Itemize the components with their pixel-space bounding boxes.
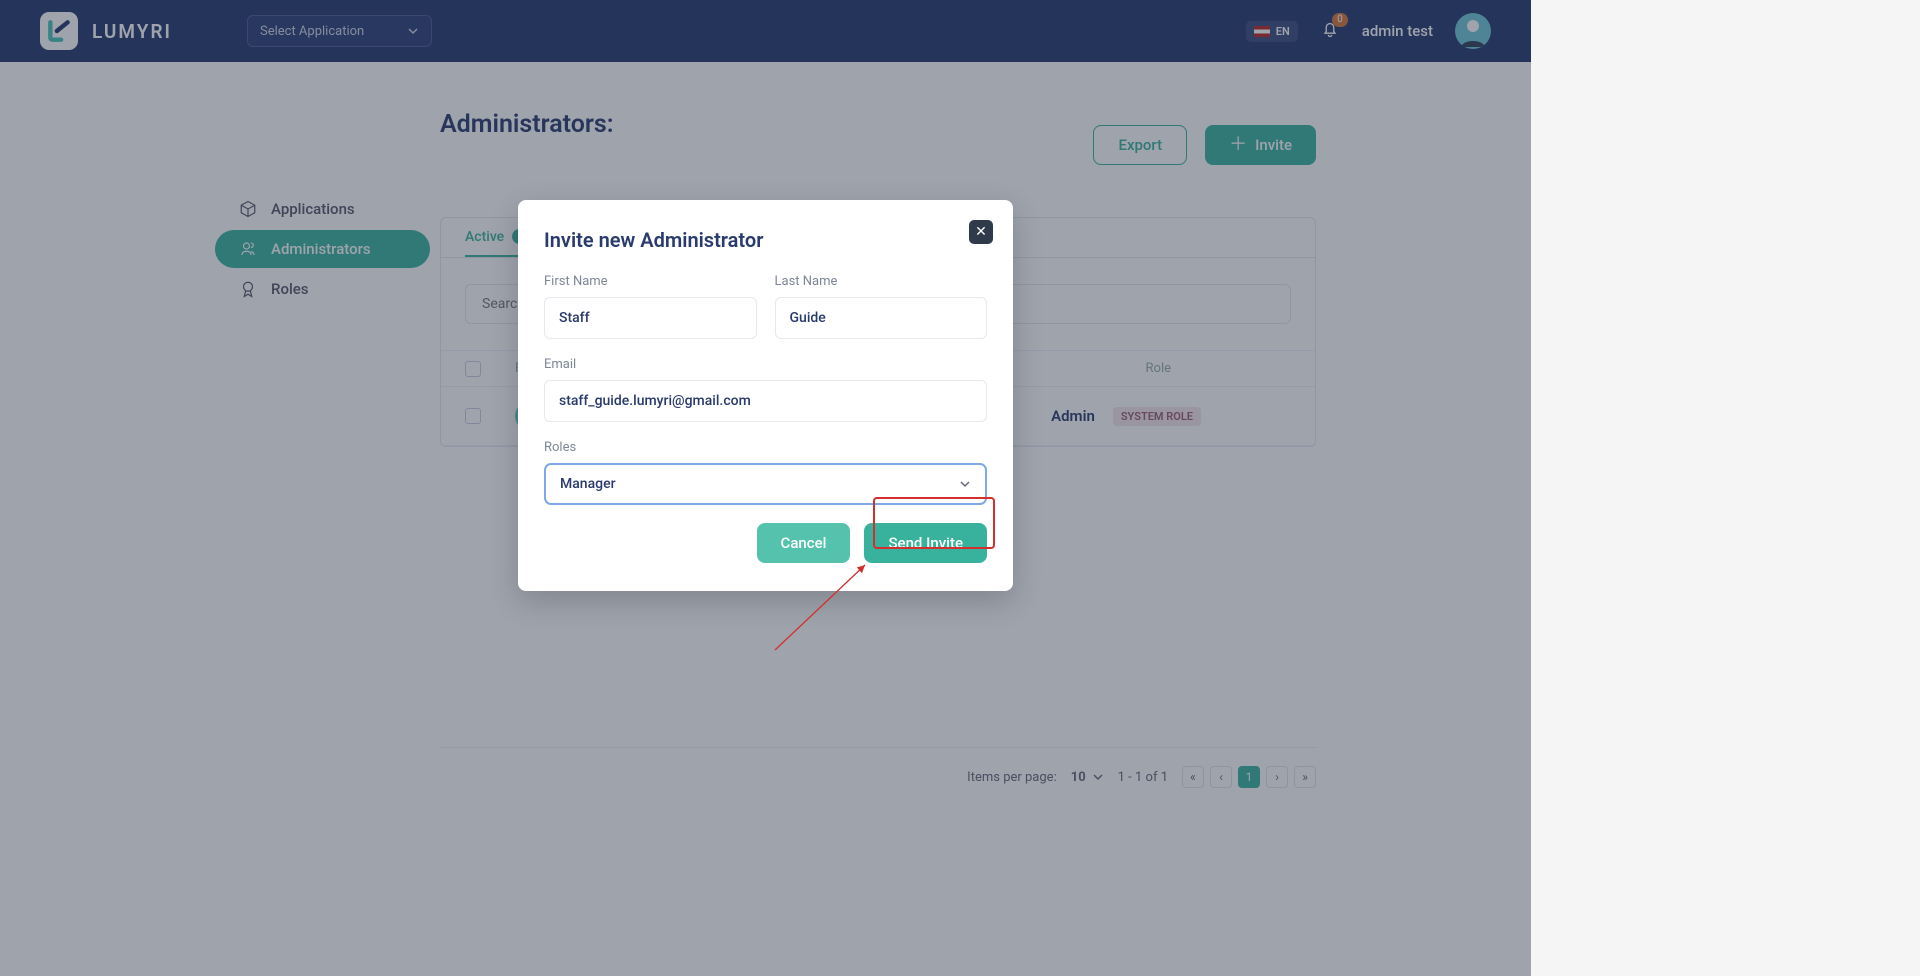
modal-title: Invite new Administrator bbox=[544, 228, 987, 252]
first-name-label: First Name bbox=[544, 274, 757, 289]
close-modal-button[interactable]: ✕ bbox=[969, 220, 993, 244]
email-input[interactable] bbox=[544, 380, 987, 422]
roles-label: Roles bbox=[544, 440, 987, 455]
invite-admin-modal: ✕ Invite new Administrator First Name La… bbox=[518, 200, 1013, 591]
modal-scrim: ✕ Invite new Administrator First Name La… bbox=[0, 0, 1531, 976]
send-invite-button[interactable]: Send Invite bbox=[864, 523, 987, 563]
roles-select-value: Manager bbox=[560, 476, 616, 492]
email-label: Email bbox=[544, 357, 987, 372]
chevron-down-icon bbox=[959, 478, 971, 490]
last-name-input[interactable] bbox=[775, 297, 988, 339]
last-name-label: Last Name bbox=[775, 274, 988, 289]
first-name-input[interactable] bbox=[544, 297, 757, 339]
roles-select[interactable]: Manager bbox=[544, 463, 987, 505]
cancel-button[interactable]: Cancel bbox=[757, 523, 851, 563]
close-icon: ✕ bbox=[975, 224, 987, 240]
